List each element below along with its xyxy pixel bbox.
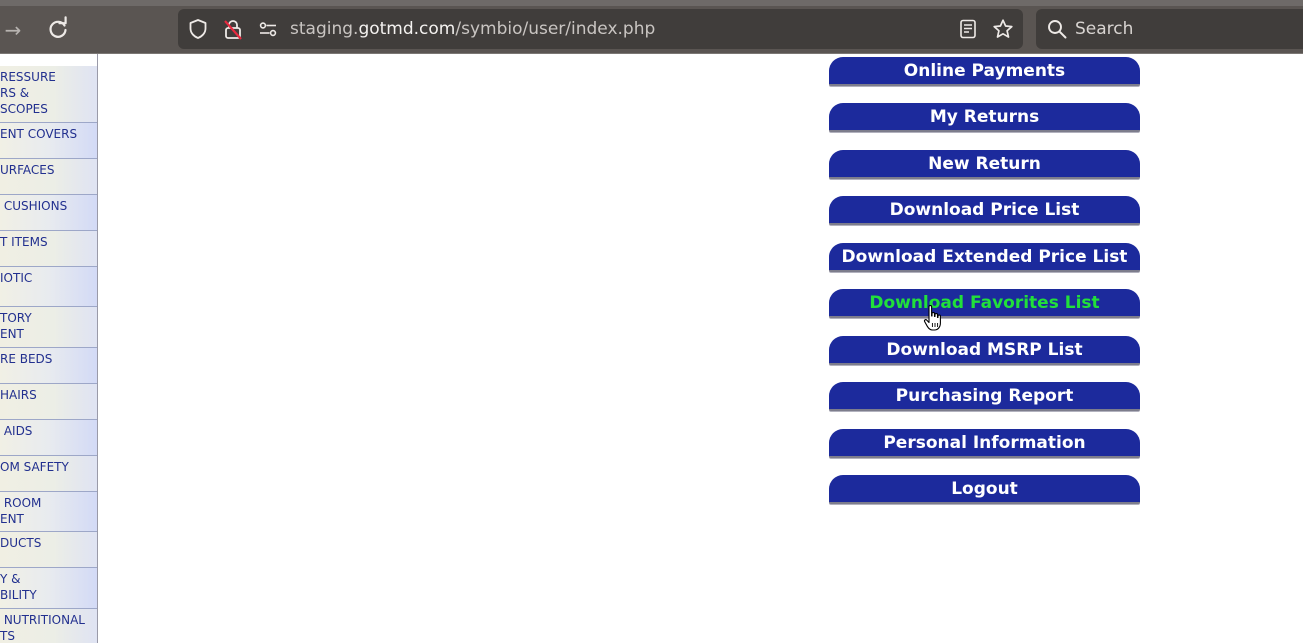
category-label: AIDS — [0, 424, 33, 438]
download-price-list-button[interactable]: Download Price List — [829, 196, 1140, 225]
category-item[interactable]: DUCTS — [0, 532, 97, 568]
category-label: TS — [0, 629, 15, 643]
url-path: /symbio/user/index.php — [455, 19, 656, 39]
category-label: SCOPES — [0, 102, 48, 116]
download-msrp-list-button[interactable]: Download MSRP List — [829, 336, 1140, 365]
category-item[interactable]: ENT COVERS — [0, 123, 97, 159]
category-label: DUCTS — [0, 536, 42, 550]
download-extended-price-list-button[interactable]: Download Extended Price List — [829, 243, 1140, 272]
search-bar[interactable]: Search — [1036, 9, 1303, 49]
category-label: OM SAFETY — [0, 460, 69, 474]
url-bar[interactable]: staging.gotmd.com/symbio/user/index.php — [178, 9, 1023, 49]
forward-arrow-icon[interactable]: → — [0, 18, 26, 42]
url-text[interactable]: staging.gotmd.com/symbio/user/index.php — [290, 9, 655, 49]
category-item[interactable]: RE BEDS — [0, 348, 97, 384]
purchasing-report-button[interactable]: Purchasing Report — [829, 382, 1140, 411]
online-payments-button[interactable]: Online Payments — [829, 57, 1140, 86]
category-item[interactable]: OM SAFETY — [0, 456, 97, 492]
category-item[interactable]: RESSURE RS & SCOPES — [0, 66, 97, 123]
category-item[interactable]: NUTRITIONAL TS — [0, 609, 97, 643]
new-return-button[interactable]: New Return — [829, 150, 1140, 179]
category-label: URFACES — [0, 163, 55, 177]
category-item[interactable]: T ITEMS — [0, 231, 97, 267]
category-label: ENT COVERS — [0, 127, 78, 141]
category-item[interactable]: URFACES — [0, 159, 97, 195]
category-item[interactable]: TORY ENT — [0, 307, 97, 348]
category-sidebar: RESSURE RS & SCOPES ENT COVERS URFACES CUSHI… — [0, 54, 98, 643]
browser-window: → staging.gotmd.com/symbio/user/index.ph… — [0, 0, 1303, 643]
category-label: ROOM — [0, 496, 42, 510]
site-permissions-icon[interactable] — [257, 18, 279, 40]
hand-pointer-icon — [923, 304, 941, 331]
category-item[interactable]: Y & BILITY — [0, 568, 97, 609]
category-label: RE BEDS — [0, 352, 53, 366]
search-input[interactable]: Search — [1075, 9, 1133, 49]
category-label: HAIRS — [0, 388, 37, 402]
logout-button[interactable]: Logout — [829, 475, 1140, 504]
category-label: RESSURE — [0, 70, 56, 84]
category-label: IOTIC — [0, 271, 33, 285]
personal-information-button[interactable]: Personal Information — [829, 429, 1140, 458]
url-prefix: staging. — [290, 19, 359, 39]
download-favorites-list-button[interactable]: Download Favorites List — [829, 289, 1140, 318]
bookmark-star-icon[interactable] — [992, 18, 1014, 40]
category-label: CUSHIONS — [0, 199, 68, 213]
category-label: RS & — [0, 86, 30, 100]
insecure-lock-icon[interactable] — [222, 18, 244, 40]
category-item[interactable]: IOTIC — [0, 267, 97, 307]
category-label: ENT — [0, 327, 24, 341]
url-domain: gotmd.com — [358, 19, 456, 39]
category-item[interactable]: HAIRS — [0, 384, 97, 420]
reload-icon[interactable] — [45, 16, 71, 42]
tracking-shield-icon[interactable] — [187, 18, 209, 40]
search-icon — [1048, 20, 1067, 39]
category-label: T ITEMS — [0, 235, 48, 249]
category-label: Y & — [0, 572, 21, 586]
browser-toolbar: → staging.gotmd.com/symbio/user/index.ph… — [0, 6, 1303, 54]
category-label: ENT — [0, 512, 24, 526]
category-item[interactable]: ROOM ENT — [0, 492, 97, 532]
category-label: NUTRITIONAL — [0, 613, 85, 627]
my-returns-button[interactable]: My Returns — [829, 103, 1140, 132]
category-item[interactable]: AIDS — [0, 420, 97, 456]
category-label: BILITY — [0, 588, 37, 602]
category-label: TORY — [0, 311, 32, 325]
category-item[interactable]: CUSHIONS — [0, 195, 97, 231]
reader-view-icon[interactable] — [957, 18, 979, 40]
